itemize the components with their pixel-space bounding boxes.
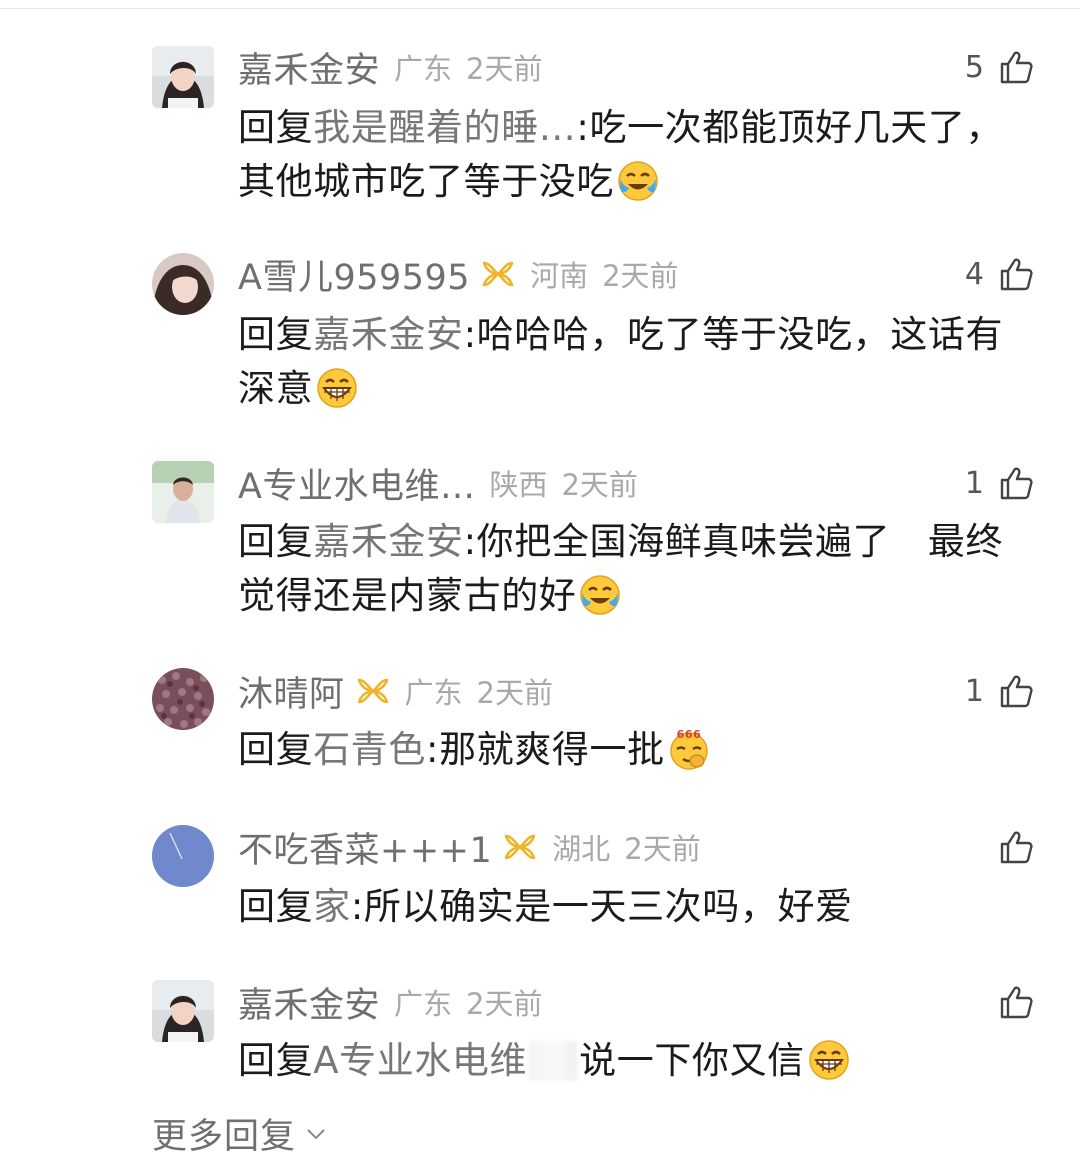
avatar[interactable] (152, 46, 214, 108)
like-button[interactable]: 1 (965, 458, 1034, 508)
avatar[interactable] (152, 253, 214, 315)
location: 湖北 (552, 832, 611, 866)
username[interactable]: 嘉禾金安 (238, 42, 380, 93)
timestamp: 2天前 (624, 832, 701, 866)
thumbs-up-icon (1000, 51, 1033, 84)
like-count: 1 (964, 465, 984, 501)
timestamp: 2天前 (602, 259, 679, 293)
blurred-region (529, 1041, 578, 1081)
timestamp: 2天前 (466, 52, 543, 86)
grin-emoji (808, 1040, 849, 1080)
reply-target[interactable]: 嘉禾金安 (313, 520, 463, 563)
thumbs-up-icon (1000, 258, 1033, 291)
vip-badge-icon (357, 678, 388, 704)
reply-text: 回复我是醒着的睡…:吃一次都能顶好几天了，其他城市吃了等于没吃 (238, 101, 1038, 209)
timestamp: 2天前 (561, 468, 638, 502)
reply-meta: 不吃香菜+++1 湖北 2天前 (238, 822, 701, 872)
username[interactable]: 嘉禾金安 (238, 977, 380, 1028)
thumbs-up-icon (1000, 675, 1033, 708)
reply-meta: A专业水电维… 陕西 2天前 (238, 458, 638, 508)
location: 广东 (394, 987, 453, 1021)
location: 陕西 (489, 468, 548, 502)
like-count: 5 (964, 49, 984, 85)
like-count: 4 (964, 256, 984, 292)
location: 广东 (404, 676, 463, 710)
more-replies-button[interactable]: 更多回复 (152, 1108, 326, 1159)
reply-text: 回复A专业水电维 说一下你又信 (238, 1034, 1038, 1088)
vip-badge-icon (482, 261, 514, 287)
reply-label: 回复 (238, 728, 314, 771)
laugh-cry-emoji (618, 161, 658, 201)
reply-label: 回复 (238, 885, 314, 928)
reply-content: :所以确实是一天三次吗，好爱 (350, 885, 853, 928)
location: 广东 (394, 52, 453, 86)
666-emoji: 666 (669, 728, 708, 770)
more-replies-label: 更多回复 (152, 1117, 297, 1157)
reply-meta: 嘉禾金安 广东 2天前 (238, 977, 542, 1027)
reply-target[interactable]: 我是醒着的睡… (313, 106, 576, 149)
avatar[interactable] (152, 668, 214, 730)
reply-text: 回复家:所以确实是一天三次吗，好爱 (238, 880, 1038, 934)
like-button[interactable] (998, 977, 1034, 1027)
reply-label: 回复 (238, 106, 314, 149)
thumbs-up-icon (1000, 986, 1033, 1019)
emoji-666-label: 666 (676, 728, 701, 741)
chevron-down-icon (307, 1128, 325, 1139)
like-count: 1 (964, 673, 984, 709)
reply-meta: 沐晴阿 广东 2天前 (238, 666, 553, 716)
reply-target[interactable]: 嘉禾金安 (313, 313, 463, 356)
reply-target[interactable]: 石青色 (313, 728, 426, 771)
username[interactable]: 不吃香菜+++1 (238, 822, 492, 873)
grin-emoji (317, 368, 357, 408)
reply-meta: A雪儿959595 河南 2天前 (238, 249, 679, 299)
reply-meta: 嘉禾金安 广东 2天前 (238, 42, 542, 92)
reply-text: 回复嘉禾金安:哈哈哈，吃了等于没吃，这话有深意 (238, 308, 1038, 416)
reply-target[interactable]: A专业水电维 (313, 1039, 527, 1082)
username[interactable]: A专业水电维… (238, 458, 475, 509)
timestamp: 2天前 (466, 987, 543, 1021)
laugh-cry-emoji (580, 575, 621, 615)
timestamp: 2天前 (476, 676, 553, 710)
thumbs-up-icon (1000, 467, 1033, 500)
username[interactable]: A雪儿959595 (238, 249, 470, 300)
username[interactable]: 沐晴阿 (238, 666, 345, 717)
reply-label: 回复 (238, 1039, 314, 1082)
like-button[interactable]: 4 (965, 249, 1034, 299)
thumbs-up-icon (1000, 831, 1033, 864)
avatar[interactable] (152, 980, 214, 1042)
avatar[interactable] (152, 825, 214, 887)
reply-content: :那就爽得一批 (426, 728, 665, 771)
like-button[interactable] (998, 822, 1034, 872)
like-button[interactable]: 5 (965, 42, 1034, 92)
reply-text: 回复嘉禾金安:你把全国海鲜真味尝遍了 最终觉得还是内蒙古的好 (238, 515, 1038, 623)
divider (0, 8, 1080, 9)
like-button[interactable]: 1 (965, 666, 1034, 716)
reply-label: 回复 (238, 313, 314, 356)
reply-content: 说一下你又信 (579, 1039, 805, 1082)
reply-label: 回复 (238, 520, 314, 563)
location: 河南 (530, 259, 589, 293)
reply-target[interactable]: 家 (313, 885, 351, 928)
reply-text: 回复石青色:那就爽得一批 666 (238, 723, 1038, 777)
avatar[interactable] (152, 461, 214, 523)
vip-badge-icon (504, 834, 536, 860)
